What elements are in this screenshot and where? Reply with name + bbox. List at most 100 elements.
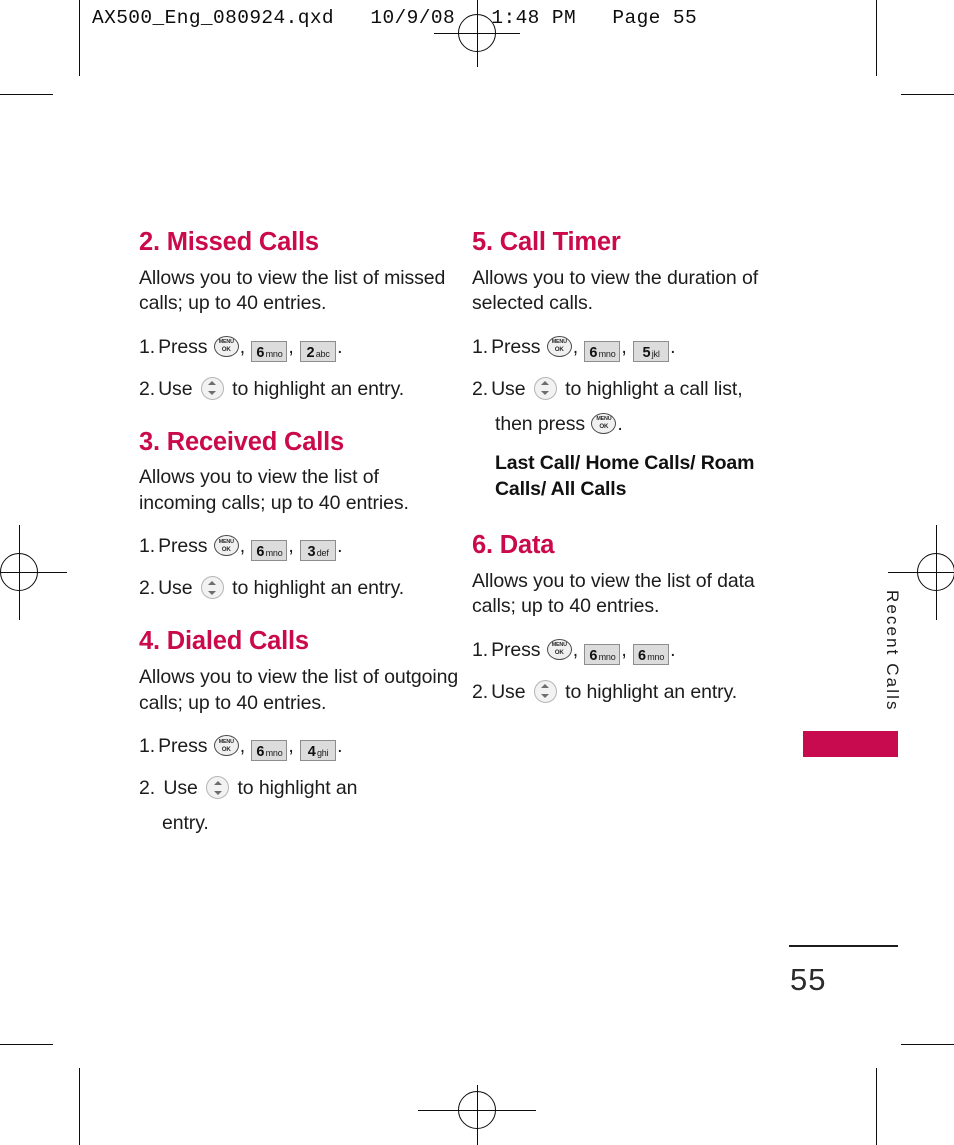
- menu-ok-key-icon[interactable]: MENU OK: [213, 735, 239, 757]
- keypad-digit: 6: [256, 744, 265, 761]
- comma-separator: ,: [572, 335, 579, 358]
- section-title: 2. Missed Calls: [139, 228, 319, 256]
- step-continuation-prefix: then press: [495, 412, 586, 435]
- keypad-key-icon[interactable]: 2 abc: [300, 340, 337, 362]
- content-column-left: 2. Missed Calls Allows you to view the l…: [139, 228, 459, 850]
- page-number: 55: [790, 962, 827, 997]
- step-item: 1. Press MENU OK, 6 mno, 6 mno.: [472, 637, 772, 665]
- section-received-calls: 3. Received Calls Allows you to view the…: [139, 428, 459, 602]
- keypad-key-icon[interactable]: 3 def: [300, 540, 337, 562]
- navigation-updown-key-icon[interactable]: [200, 376, 224, 400]
- registration-mark-left: [0, 525, 67, 620]
- section-description: Allows you to view the list of data call…: [472, 569, 755, 618]
- menu-ok-key-icon[interactable]: MENU OK: [213, 535, 239, 557]
- step-item: 1. Press MENU OK, 6 mno, 4 ghi.: [139, 733, 459, 762]
- keypad-letters: mno: [598, 651, 616, 662]
- step-tail: to highlight an entry.: [565, 680, 738, 703]
- crop-mark-bottom-right-horizontal: [901, 1044, 954, 1045]
- comma-separator: ,: [288, 535, 294, 558]
- prepress-file-header: AX500_Eng_080924.qxd 10/9/08 1:48 PM Pag…: [92, 7, 698, 29]
- step-tail: .: [337, 335, 343, 358]
- step-tail: .: [337, 735, 343, 758]
- step-item: 1. Press MENU OK, 6 mno, 5 jkl.: [472, 334, 772, 362]
- keypad-digit: 6: [256, 544, 265, 561]
- step-tail: to highlight an entry.: [232, 377, 405, 400]
- navigation-updown-key-icon[interactable]: [533, 376, 557, 400]
- keypad-letters: mno: [265, 748, 283, 759]
- keypad-letters: abc: [315, 348, 330, 359]
- step-continuation: then press MENU OK.: [472, 411, 772, 437]
- step-item: 1. Press MENU OK, 6 mno, 3 def.: [139, 533, 459, 562]
- section-title: 3. Received Calls: [139, 427, 344, 456]
- keypad-digit: 4: [307, 744, 316, 761]
- crop-mark-bottom-left-vertical: [79, 1068, 80, 1145]
- chevron-up-icon: [541, 684, 550, 689]
- keypad-key-icon[interactable]: 5 jkl: [633, 340, 670, 362]
- step-item: 2. Use to highlight an entry.: [472, 679, 772, 705]
- menu-ok-key-top-label: MENU: [218, 738, 234, 745]
- menu-ok-key-bottom-label: OK: [554, 649, 564, 657]
- keypad-digit: 6: [589, 647, 598, 664]
- navigation-updown-key-icon[interactable]: [206, 776, 230, 800]
- step-item: 2. Use to highlight an entry.: [139, 775, 459, 836]
- menu-ok-key-top-label: MENU: [551, 339, 567, 346]
- side-tab-label: Recent Calls: [883, 590, 902, 712]
- step-tail: to highlight an entry.: [232, 577, 405, 600]
- menu-ok-key-bottom-label: OK: [221, 346, 231, 354]
- menu-ok-key-icon[interactable]: MENU OK: [591, 412, 617, 434]
- step-verb: Use: [491, 377, 526, 400]
- side-tab-color-block: [803, 731, 898, 757]
- keypad-key-icon[interactable]: 4 ghi: [300, 740, 337, 762]
- keypad-letters: mno: [598, 348, 616, 359]
- crop-mark-top-left-vertical: [79, 0, 80, 76]
- chevron-down-icon: [541, 391, 550, 396]
- menu-ok-key-bottom-label: OK: [221, 745, 231, 753]
- step-number: 1.: [472, 638, 489, 661]
- step-number: 1.: [472, 335, 489, 358]
- chevron-up-icon: [541, 381, 550, 386]
- keypad-digit: 6: [589, 344, 598, 361]
- step-number: 2.: [472, 377, 489, 400]
- comma-separator: ,: [288, 735, 294, 758]
- step-verb: Press: [491, 638, 541, 661]
- keypad-letters: mno: [647, 651, 665, 662]
- navigation-updown-key-icon[interactable]: [200, 576, 224, 600]
- keypad-key-icon[interactable]: 6 mno: [584, 643, 621, 665]
- step-verb: Use: [158, 577, 193, 600]
- keypad-key-icon[interactable]: 6 mno: [633, 643, 670, 665]
- step-item: 1. Press MENU OK, 6 mno, 2 abc.: [139, 334, 459, 362]
- section-description: Allows you to view the list of missed ca…: [139, 266, 446, 315]
- content-column-right: 5. Call Timer Allows you to view the dur…: [472, 228, 772, 719]
- section-missed-calls: 2. Missed Calls Allows you to view the l…: [139, 228, 459, 402]
- menu-ok-key-icon[interactable]: MENU OK: [213, 335, 239, 357]
- menu-ok-key-icon[interactable]: MENU OK: [546, 638, 572, 660]
- chevron-up-icon: [213, 780, 222, 785]
- navigation-updown-key-icon[interactable]: [533, 679, 557, 703]
- comma-separator: ,: [239, 735, 246, 758]
- menu-ok-key-icon[interactable]: MENU OK: [546, 335, 572, 357]
- crop-mark-bottom-right-vertical: [876, 1068, 877, 1145]
- comma-separator: ,: [572, 638, 579, 661]
- crop-mark-top-left-horizontal: [0, 94, 53, 95]
- call-timer-options-list: Last Call/ Home Calls/ Roam Calls/ All C…: [495, 451, 755, 500]
- menu-ok-key-top-label: MENU: [551, 642, 567, 649]
- crop-mark-top-right-vertical: [876, 0, 877, 76]
- step-verb: Press: [158, 535, 208, 558]
- menu-ok-key-bottom-label: OK: [599, 423, 609, 431]
- chevron-up-icon: [208, 381, 217, 386]
- keypad-key-icon[interactable]: 6 mno: [584, 340, 621, 362]
- keypad-key-icon[interactable]: 6 mno: [251, 540, 288, 562]
- keypad-digit: 6: [637, 647, 646, 664]
- comma-separator: ,: [621, 335, 627, 358]
- step-number: 1.: [139, 335, 156, 358]
- menu-ok-key-top-label: MENU: [218, 339, 234, 346]
- keypad-key-icon[interactable]: 6 mno: [251, 340, 288, 362]
- section-description: Allows you to view the duration of selec…: [472, 266, 759, 315]
- step-number: 1.: [139, 735, 156, 758]
- crop-mark-bottom-left-horizontal: [0, 1044, 53, 1045]
- menu-ok-key-top-label: MENU: [218, 538, 234, 545]
- step-continuation: entry.: [162, 812, 209, 835]
- step-number: 2.: [472, 680, 489, 703]
- keypad-key-icon[interactable]: 6 mno: [251, 740, 288, 762]
- step-number: 2.: [139, 777, 156, 800]
